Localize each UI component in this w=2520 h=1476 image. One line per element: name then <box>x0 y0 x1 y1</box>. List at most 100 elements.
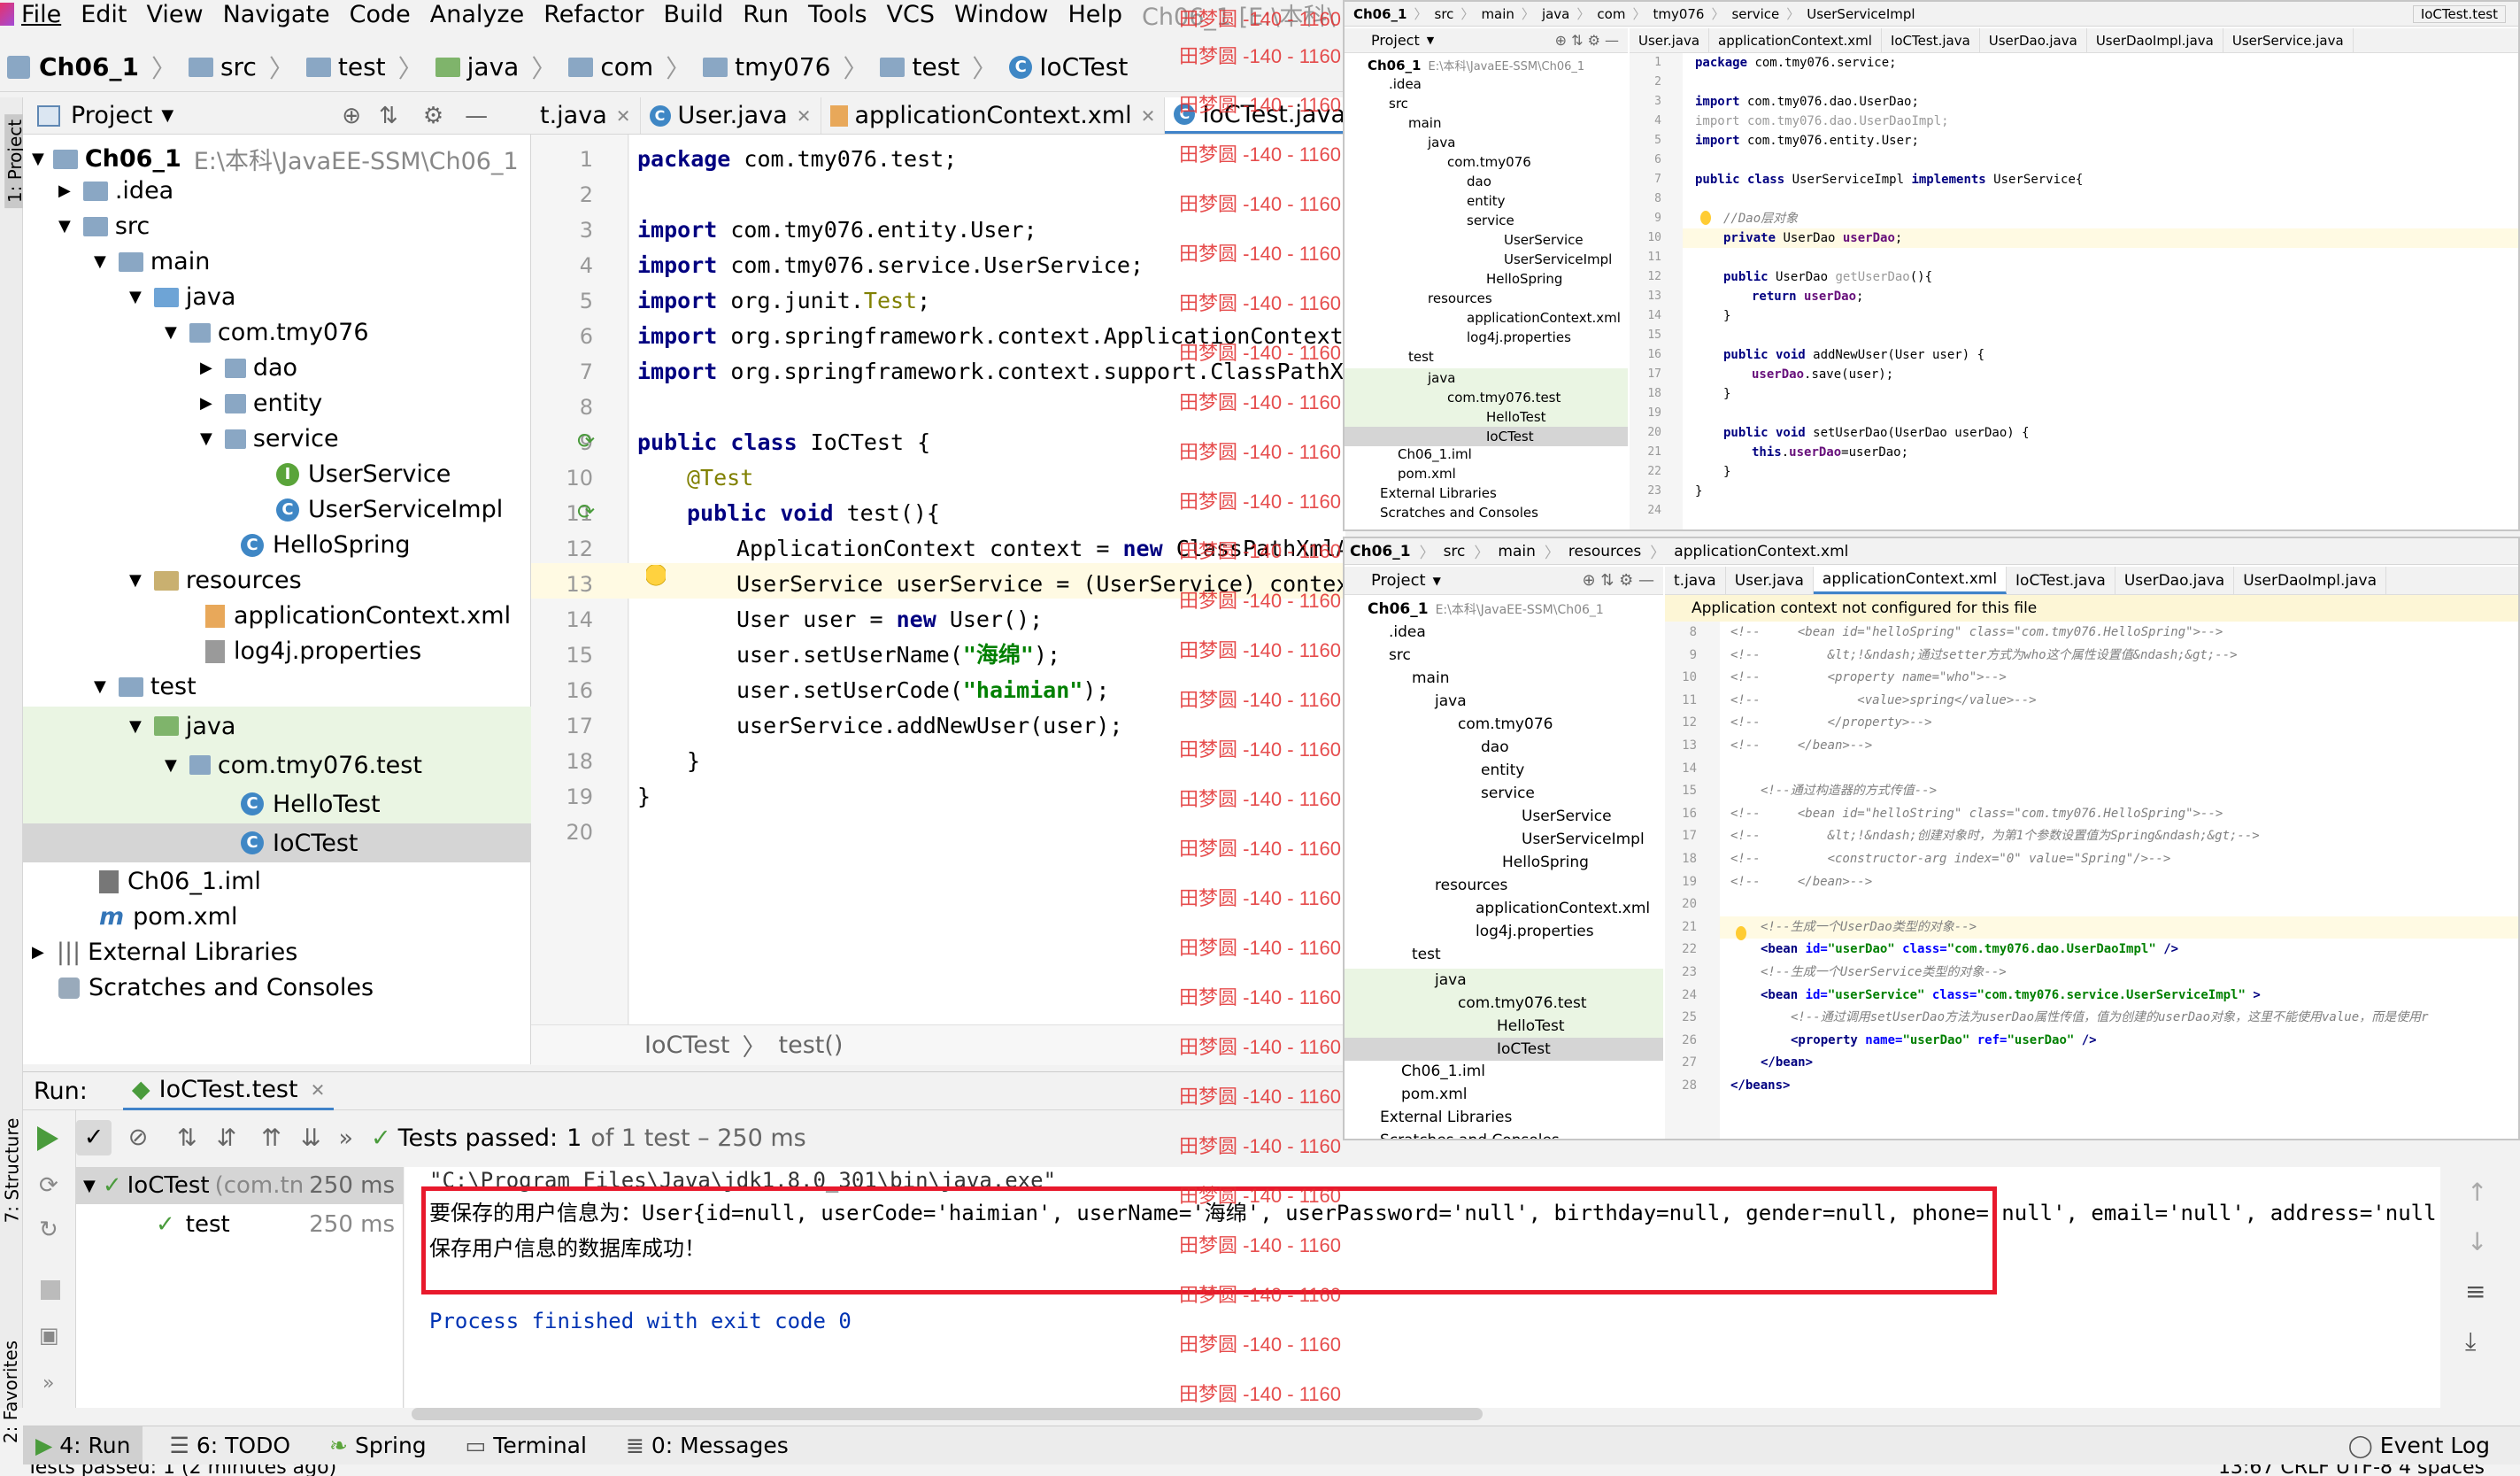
side-tab-structure[interactable]: 7: Structure <box>1 1118 22 1224</box>
overlay-tab-userdao[interactable]: UserDao.java <box>1980 28 2087 52</box>
breadcrumb-test[interactable]: test <box>338 52 386 81</box>
test-tree-root[interactable]: ▼ ✓ IoCTest (com.tn 250 ms <box>76 1167 404 1204</box>
run-test-gutter-icon[interactable]: ⟳ <box>577 499 595 524</box>
menu-refactor[interactable]: Refactor <box>543 1 643 28</box>
breadcrumb-src[interactable]: src <box>220 52 257 81</box>
tree-row-hellotest[interactable]: C HelloTest <box>23 784 531 823</box>
sort-duration-icon[interactable]: ⇵ <box>217 1124 237 1152</box>
menu-tools[interactable]: Tools <box>808 1 867 28</box>
close-icon[interactable]: ✕ <box>311 1079 326 1101</box>
show-passed-icon[interactable]: ✓ <box>76 1120 112 1155</box>
breadcrumb-tmy076[interactable]: tmy076 <box>735 52 830 81</box>
run-test-gutter-icon[interactable]: ⟳ <box>577 429 595 453</box>
menu-run[interactable]: Run <box>743 1 789 28</box>
tree-row-resources[interactable]: ▼ resources <box>129 567 302 594</box>
hide-icon[interactable]: — <box>465 103 488 129</box>
gear-icon[interactable]: ⚙ <box>423 103 443 129</box>
collapse-all-icon[interactable]: ⇊ <box>301 1124 321 1152</box>
locate-icon[interactable]: ⊕ <box>342 103 361 129</box>
side-tab-favorites[interactable]: 2: Favorites <box>0 1341 21 1443</box>
lightbulb-icon[interactable] <box>1700 211 1711 225</box>
project-view-selector[interactable]: Project <box>71 102 152 129</box>
tree-row-appctx[interactable]: applicationContext.xml <box>205 602 511 630</box>
more-icon[interactable]: » <box>339 1124 354 1152</box>
scroll-down-icon[interactable]: ↓ <box>2467 1227 2487 1256</box>
tree-row-entity[interactable]: ▶ entity <box>200 390 322 417</box>
overlay2-tab-userdao[interactable]: UserDao.java <box>2115 567 2235 594</box>
tree-row-src[interactable]: ▼ src <box>58 213 150 240</box>
bottom-tab-terminal[interactable]: ▭ Terminal <box>453 1426 599 1465</box>
tree-row-root[interactable]: ▼ Ch06_1 E:\本科\JavaEE-SSM\Ch06_1 <box>32 142 519 176</box>
collapse-all-icon[interactable]: ⇅ <box>379 103 398 129</box>
run-config-tab[interactable]: ◆ IoCTest.test ✕ <box>122 1071 335 1110</box>
tree-row-pom[interactable]: m pom.xml <box>99 903 237 931</box>
tab-partial-java[interactable]: t.java ✕ <box>531 97 641 134</box>
console-hscrollbar[interactable] <box>412 1408 1483 1420</box>
editor-crumb-method[interactable]: test() <box>779 1032 844 1059</box>
overlay2-tab-appctx[interactable]: applicationContext.xml <box>1813 567 2008 594</box>
editor-crumb-class[interactable]: IoCTest <box>644 1032 730 1059</box>
tree-row-hellospring[interactable]: C HelloSpring <box>241 531 411 559</box>
tree-row-dao[interactable]: ▶ dao <box>200 354 297 382</box>
tree-row-main[interactable]: ▼ main <box>94 248 210 275</box>
breadcrumb-java[interactable]: java <box>467 52 520 81</box>
close-icon[interactable]: ✕ <box>1141 105 1156 127</box>
breadcrumb-com[interactable]: com <box>600 52 653 81</box>
tree-row-ioctest[interactable]: C IoCTest <box>23 823 531 862</box>
overlay-code[interactable]: package com.tmy076.service; import com.t… <box>1695 53 2518 529</box>
tree-row-log4j[interactable]: log4j.properties <box>205 638 421 665</box>
bottom-tab-spring[interactable]: ❧ Spring <box>317 1426 439 1465</box>
overlay2-tab-partial[interactable]: t.java <box>1665 567 1726 594</box>
menu-window[interactable]: Window <box>954 1 1048 28</box>
tree-row-java[interactable]: ▼ java <box>129 283 235 311</box>
overlay-tab-userdaoimpl[interactable]: UserDaoImpl.java <box>2087 28 2223 52</box>
more-icon[interactable]: » <box>42 1372 54 1395</box>
lightbulb-icon[interactable] <box>1736 926 1746 940</box>
chevron-down-icon[interactable]: ▼ <box>161 106 173 125</box>
show-ignored-icon[interactable]: ⊘ <box>120 1120 156 1155</box>
soft-wrap-icon[interactable]: ≡ <box>2465 1277 2485 1306</box>
overlay2-tab-userdaoimpl[interactable]: UserDaoImpl.java <box>2234 567 2387 594</box>
tree-row-userserviceimpl[interactable]: C UserServiceImpl <box>276 496 503 523</box>
rerun-failed-icon[interactable]: ⟳ <box>39 1172 58 1199</box>
breadcrumb-ch06[interactable]: Ch06_1 <box>39 52 139 81</box>
menu-view[interactable]: View <box>146 1 203 28</box>
tree-row-service[interactable]: ▼ service <box>200 425 339 452</box>
bottom-tab-messages[interactable]: ≣ 0: Messages <box>613 1426 801 1465</box>
overlay2-tab-ioctest[interactable]: IoCTest.java <box>2007 567 2115 594</box>
overlay2-xml-code[interactable]: <!-- <bean id="helloSpring" class="com.t… <box>1730 622 2518 1139</box>
tab-user-java[interactable]: C User.java ✕ <box>641 97 821 134</box>
menu-vcs[interactable]: VCS <box>887 1 935 28</box>
overlay-tab-appctx[interactable]: applicationContext.xml <box>1709 28 1882 52</box>
menu-code[interactable]: Code <box>350 1 411 28</box>
tree-row-scratches[interactable]: Scratches and Consoles <box>58 974 374 1001</box>
stop-icon[interactable] <box>41 1280 60 1300</box>
sort-alpha-icon[interactable]: ⇅ <box>177 1124 197 1152</box>
tree-row-extlib[interactable]: ▶ ||| External Libraries <box>32 939 297 966</box>
menu-file[interactable]: File <box>21 1 61 28</box>
close-icon[interactable]: ✕ <box>797 105 812 127</box>
run-config-selector[interactable]: IoCTest.test <box>2412 4 2506 23</box>
tree-row-idea[interactable]: ▶ .idea <box>58 177 173 205</box>
rerun-icon[interactable] <box>37 1126 58 1151</box>
tree-row-test[interactable]: ▼ test <box>94 673 197 700</box>
tree-row-pkg[interactable]: ▼ com.tmy076 <box>165 319 369 346</box>
tab-applicationcontext[interactable]: applicationContext.xml ✕ <box>821 97 1166 134</box>
code-area[interactable]: package com.tmy076.test; import com.tmy0… <box>637 142 1345 850</box>
menu-edit[interactable]: Edit <box>81 1 127 28</box>
close-icon[interactable]: ✕ <box>616 105 631 127</box>
expand-all-icon[interactable]: ⇈ <box>261 1124 281 1152</box>
toggle-autotest-icon[interactable]: ↻ <box>39 1217 58 1243</box>
menu-build[interactable]: Build <box>663 1 723 28</box>
tree-row-userservice[interactable]: I UserService <box>276 460 451 488</box>
screenshot-icon[interactable]: ▣ <box>39 1323 59 1348</box>
menu-navigate[interactable]: Navigate <box>223 1 330 28</box>
menu-analyze[interactable]: Analyze <box>430 1 524 28</box>
overlay-tab-userservice[interactable]: UserService.java <box>2223 28 2354 52</box>
bottom-tab-run[interactable]: ▶ 4: Run <box>23 1426 143 1465</box>
bottom-tab-todo[interactable]: ☰ 6: TODO <box>157 1426 303 1465</box>
tab-ioctest[interactable]: C IoCTest.java <box>1165 97 1356 134</box>
scroll-up-icon[interactable]: ↑ <box>2467 1178 2487 1207</box>
event-log-button[interactable]: ◯ Event Log <box>2336 1426 2502 1465</box>
overlay-tab-ioctest[interactable]: IoCTest.java <box>1882 28 1980 52</box>
